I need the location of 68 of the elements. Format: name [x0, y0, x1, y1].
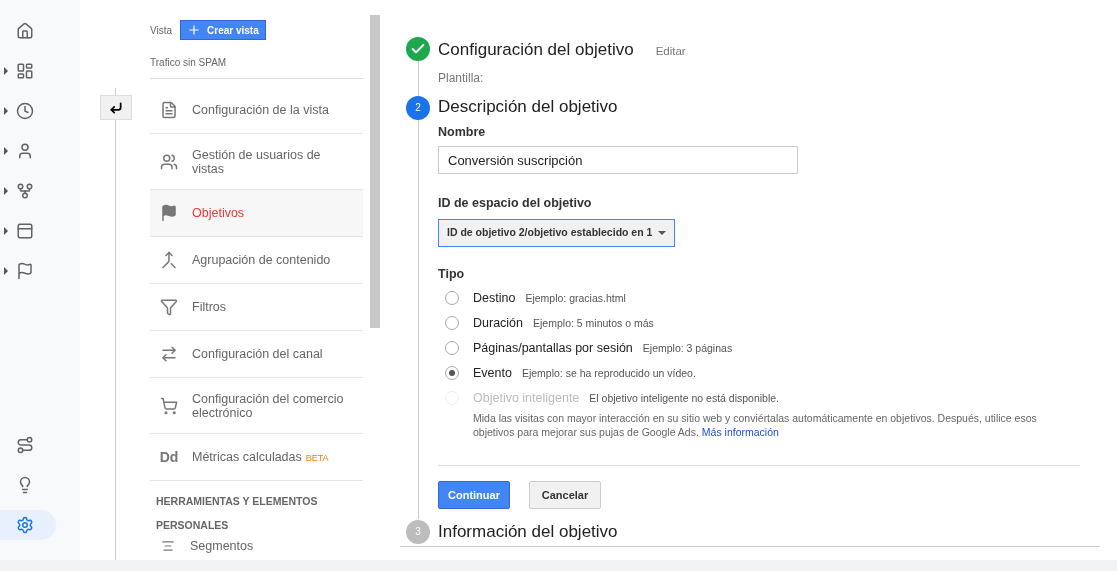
person-icon	[16, 142, 34, 160]
radio-hint: Ejemplo: se ha reproducido un vídeo.	[521, 365, 696, 381]
clock-icon	[16, 102, 34, 120]
field-label: ID de espacio del objetivo	[438, 195, 593, 213]
admin-menu-item[interactable]: Dd Métricas calculadas BETA	[150, 434, 363, 481]
create-view-button[interactable]: Crear vista	[180, 20, 266, 40]
admin-menu-item[interactable]: Configuración de la vista	[150, 87, 363, 134]
more-info-link[interactable]: Más información	[701, 425, 779, 438]
scrollbar-thumb[interactable]	[370, 15, 380, 328]
radio-hint: Ejemplo: 5 minutos o más	[533, 315, 654, 331]
radio-hint: Ejemplo: 3 páginas	[642, 340, 733, 356]
settings-icon	[16, 516, 34, 534]
field-label: Tipo	[438, 266, 466, 283]
route-icon	[16, 436, 34, 454]
radio-label: Páginas/pantallas por sesión	[473, 339, 633, 357]
back-button[interactable]	[100, 95, 132, 120]
admin-menu-item[interactable]: Filtros	[150, 284, 363, 331]
admin-menu-item[interactable]: Configuración del canal	[150, 331, 363, 378]
expand-caret-icon	[4, 107, 8, 115]
window-icon	[16, 222, 34, 240]
document-icon	[160, 101, 178, 119]
step-title: Configuración del objetivo	[438, 39, 634, 61]
dd-icon: Dd	[159, 446, 179, 468]
step-subtitle: Plantilla:	[438, 69, 485, 87]
step-title: Descripción del objetivo	[438, 95, 619, 118]
admin-menu-item[interactable]: Configuración del comercio electrónico	[150, 378, 363, 434]
expand-caret-icon	[4, 227, 8, 235]
radio-hint: Ejemplo: gracias.html	[525, 290, 626, 306]
expand-caret-icon	[4, 147, 8, 155]
dropdown-caret-icon	[658, 231, 666, 235]
expand-caret-icon	[4, 67, 8, 75]
expand-caret-icon	[4, 187, 8, 195]
segments-icon	[160, 539, 176, 553]
field-label: Nombre	[438, 123, 487, 141]
section-heading: HERRAMIENTAS Y ELEMENTOS PERSONALES	[155, 494, 319, 533]
step-marker: 2	[406, 95, 430, 120]
step-marker: 3	[406, 519, 430, 544]
admin-menu-item[interactable]: Agrupación de contenido	[150, 237, 363, 284]
flag-icon	[16, 262, 34, 280]
view-label: Vista	[150, 23, 173, 38]
edit-link[interactable]: Editar	[655, 43, 686, 61]
home-icon	[16, 22, 34, 40]
branch-icon	[16, 182, 34, 200]
radio-label: Duración	[473, 314, 524, 332]
merge-arrow-icon	[160, 251, 178, 269]
radio-label: Objetivo inteligente	[473, 389, 580, 407]
name-field[interactable]: Conversión suscripción	[438, 146, 798, 175]
cart-icon	[160, 396, 178, 415]
plus-icon	[187, 23, 202, 37]
goal-slot-dropdown[interactable]: ID de objetivo 2/objetivo establecido en 1	[438, 219, 675, 247]
nav-button[interactable]	[0, 510, 56, 540]
expand-caret-icon	[4, 267, 8, 275]
cancel-button[interactable]: Cancelar	[529, 480, 601, 509]
radio-label: Destino	[473, 289, 516, 307]
admin-menu-item[interactable]: Segmentos	[150, 539, 363, 553]
people-icon	[160, 152, 178, 171]
back-arrow-icon	[109, 100, 123, 115]
radio-hint: El objetivo inteligente no está disponible.	[589, 390, 780, 406]
step-title: Información del objetivo	[438, 520, 618, 543]
radio-label: Evento	[473, 364, 512, 382]
continue-button[interactable]: Continuar	[438, 480, 510, 509]
smart-goal-description: Mida las visitas con mayor interacción en su sitio web y conviértalas automáticamente en objetivos. Después, utilice esos objetivos para mejorar sus pujas de Google Ads. Más información	[473, 410, 1038, 439]
flag-icon	[160, 204, 178, 222]
filter-icon	[160, 298, 178, 316]
admin-menu-item[interactable]: Objetivos	[150, 190, 363, 237]
dashboard-icon	[16, 62, 34, 80]
view-name: Trafico sin SPAM	[150, 57, 227, 68]
arrows-icon	[160, 345, 178, 363]
